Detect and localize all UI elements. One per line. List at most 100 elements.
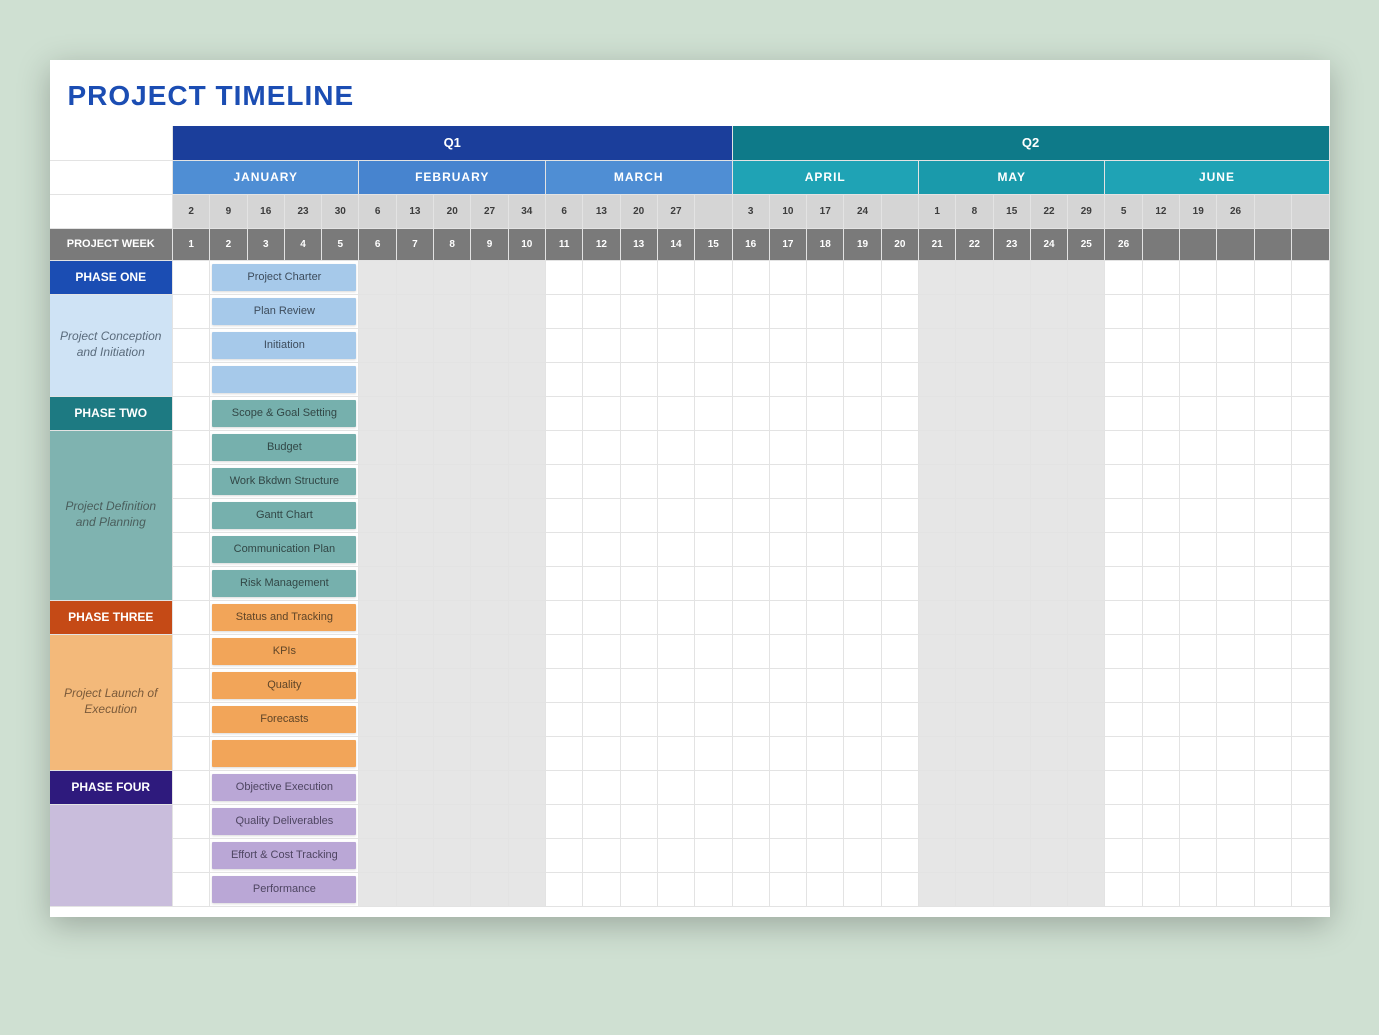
grid-cell[interactable] (1217, 668, 1254, 702)
grid-cell[interactable] (1180, 838, 1217, 872)
grid-cell[interactable] (545, 804, 582, 838)
task-bar[interactable]: Scope & Goal Setting (212, 400, 356, 427)
grid-cell[interactable] (657, 430, 694, 464)
grid-cell[interactable] (1291, 804, 1329, 838)
grid-cell[interactable] (583, 804, 620, 838)
grid-cell[interactable] (769, 328, 806, 362)
grid-cell[interactable] (807, 634, 844, 668)
task-cell[interactable]: Effort & Cost Tracking (210, 838, 359, 872)
grid-cell[interactable] (172, 668, 209, 702)
grid-cell[interactable] (993, 464, 1030, 498)
grid-cell[interactable] (732, 770, 769, 804)
grid-cell[interactable] (1180, 804, 1217, 838)
grid-cell[interactable] (583, 430, 620, 464)
grid-cell[interactable] (1180, 872, 1217, 906)
grid-cell[interactable] (881, 770, 918, 804)
grid-cell[interactable] (881, 328, 918, 362)
grid-cell[interactable] (807, 532, 844, 566)
grid-cell[interactable] (545, 464, 582, 498)
grid-cell[interactable] (695, 770, 732, 804)
grid-cell[interactable] (657, 498, 694, 532)
grid-cell[interactable] (732, 600, 769, 634)
grid-cell[interactable] (1254, 566, 1291, 600)
grid-cell[interactable] (807, 804, 844, 838)
grid-cell[interactable] (956, 736, 993, 770)
grid-cell[interactable] (657, 770, 694, 804)
task-bar[interactable]: Objective Execution (212, 774, 356, 801)
grid-cell[interactable] (769, 294, 806, 328)
grid-cell[interactable] (545, 430, 582, 464)
grid-cell[interactable] (508, 668, 545, 702)
grid-cell[interactable] (657, 396, 694, 430)
grid-cell[interactable] (844, 260, 881, 294)
grid-cell[interactable] (993, 362, 1030, 396)
grid-cell[interactable] (956, 498, 993, 532)
task-bar[interactable]: Risk Management (212, 570, 356, 597)
grid-cell[interactable] (1291, 770, 1329, 804)
grid-cell[interactable] (1030, 566, 1067, 600)
grid-cell[interactable] (1105, 668, 1142, 702)
grid-cell[interactable] (434, 498, 471, 532)
grid-cell[interactable] (583, 702, 620, 736)
grid-cell[interactable] (471, 532, 508, 566)
grid-cell[interactable] (1217, 872, 1254, 906)
grid-cell[interactable] (1105, 328, 1142, 362)
grid-cell[interactable] (956, 770, 993, 804)
grid-cell[interactable] (1030, 838, 1067, 872)
grid-cell[interactable] (1180, 668, 1217, 702)
grid-cell[interactable] (583, 770, 620, 804)
grid-cell[interactable] (583, 532, 620, 566)
grid-cell[interactable] (1254, 872, 1291, 906)
grid-cell[interactable] (471, 600, 508, 634)
grid-cell[interactable] (396, 396, 433, 430)
grid-cell[interactable] (807, 872, 844, 906)
grid-cell[interactable] (769, 838, 806, 872)
grid-cell[interactable] (359, 430, 396, 464)
grid-cell[interactable] (396, 804, 433, 838)
grid-cell[interactable] (434, 396, 471, 430)
grid-cell[interactable] (769, 430, 806, 464)
grid-cell[interactable] (881, 804, 918, 838)
grid-cell[interactable] (172, 804, 209, 838)
grid-cell[interactable] (1217, 532, 1254, 566)
grid-cell[interactable] (545, 702, 582, 736)
grid-cell[interactable] (620, 396, 657, 430)
grid-cell[interactable] (434, 362, 471, 396)
grid-cell[interactable] (396, 260, 433, 294)
grid-cell[interactable] (172, 566, 209, 600)
grid-cell[interactable] (1142, 668, 1179, 702)
grid-cell[interactable] (620, 872, 657, 906)
task-bar[interactable]: Forecasts (212, 706, 356, 733)
grid-cell[interactable] (1142, 328, 1179, 362)
grid-cell[interactable] (434, 294, 471, 328)
task-cell[interactable]: Forecasts (210, 702, 359, 736)
grid-cell[interactable] (396, 702, 433, 736)
grid-cell[interactable] (508, 328, 545, 362)
grid-cell[interactable] (918, 532, 955, 566)
grid-cell[interactable] (732, 634, 769, 668)
grid-cell[interactable] (471, 702, 508, 736)
grid-cell[interactable] (1030, 464, 1067, 498)
grid-cell[interactable] (620, 532, 657, 566)
grid-cell[interactable] (1142, 838, 1179, 872)
grid-cell[interactable] (956, 396, 993, 430)
grid-cell[interactable] (1291, 464, 1329, 498)
grid-cell[interactable] (1030, 600, 1067, 634)
grid-cell[interactable] (657, 532, 694, 566)
grid-cell[interactable] (1254, 294, 1291, 328)
grid-cell[interactable] (956, 430, 993, 464)
grid-cell[interactable] (396, 872, 433, 906)
grid-cell[interactable] (508, 634, 545, 668)
grid-cell[interactable] (1142, 770, 1179, 804)
task-cell[interactable]: Risk Management (210, 566, 359, 600)
grid-cell[interactable] (769, 600, 806, 634)
grid-cell[interactable] (1180, 532, 1217, 566)
grid-cell[interactable] (769, 532, 806, 566)
task-bar[interactable] (212, 366, 356, 393)
grid-cell[interactable] (471, 328, 508, 362)
grid-cell[interactable] (508, 702, 545, 736)
task-bar[interactable]: Status and Tracking (212, 604, 356, 631)
grid-cell[interactable] (172, 736, 209, 770)
grid-cell[interactable] (657, 566, 694, 600)
grid-cell[interactable] (1291, 600, 1329, 634)
